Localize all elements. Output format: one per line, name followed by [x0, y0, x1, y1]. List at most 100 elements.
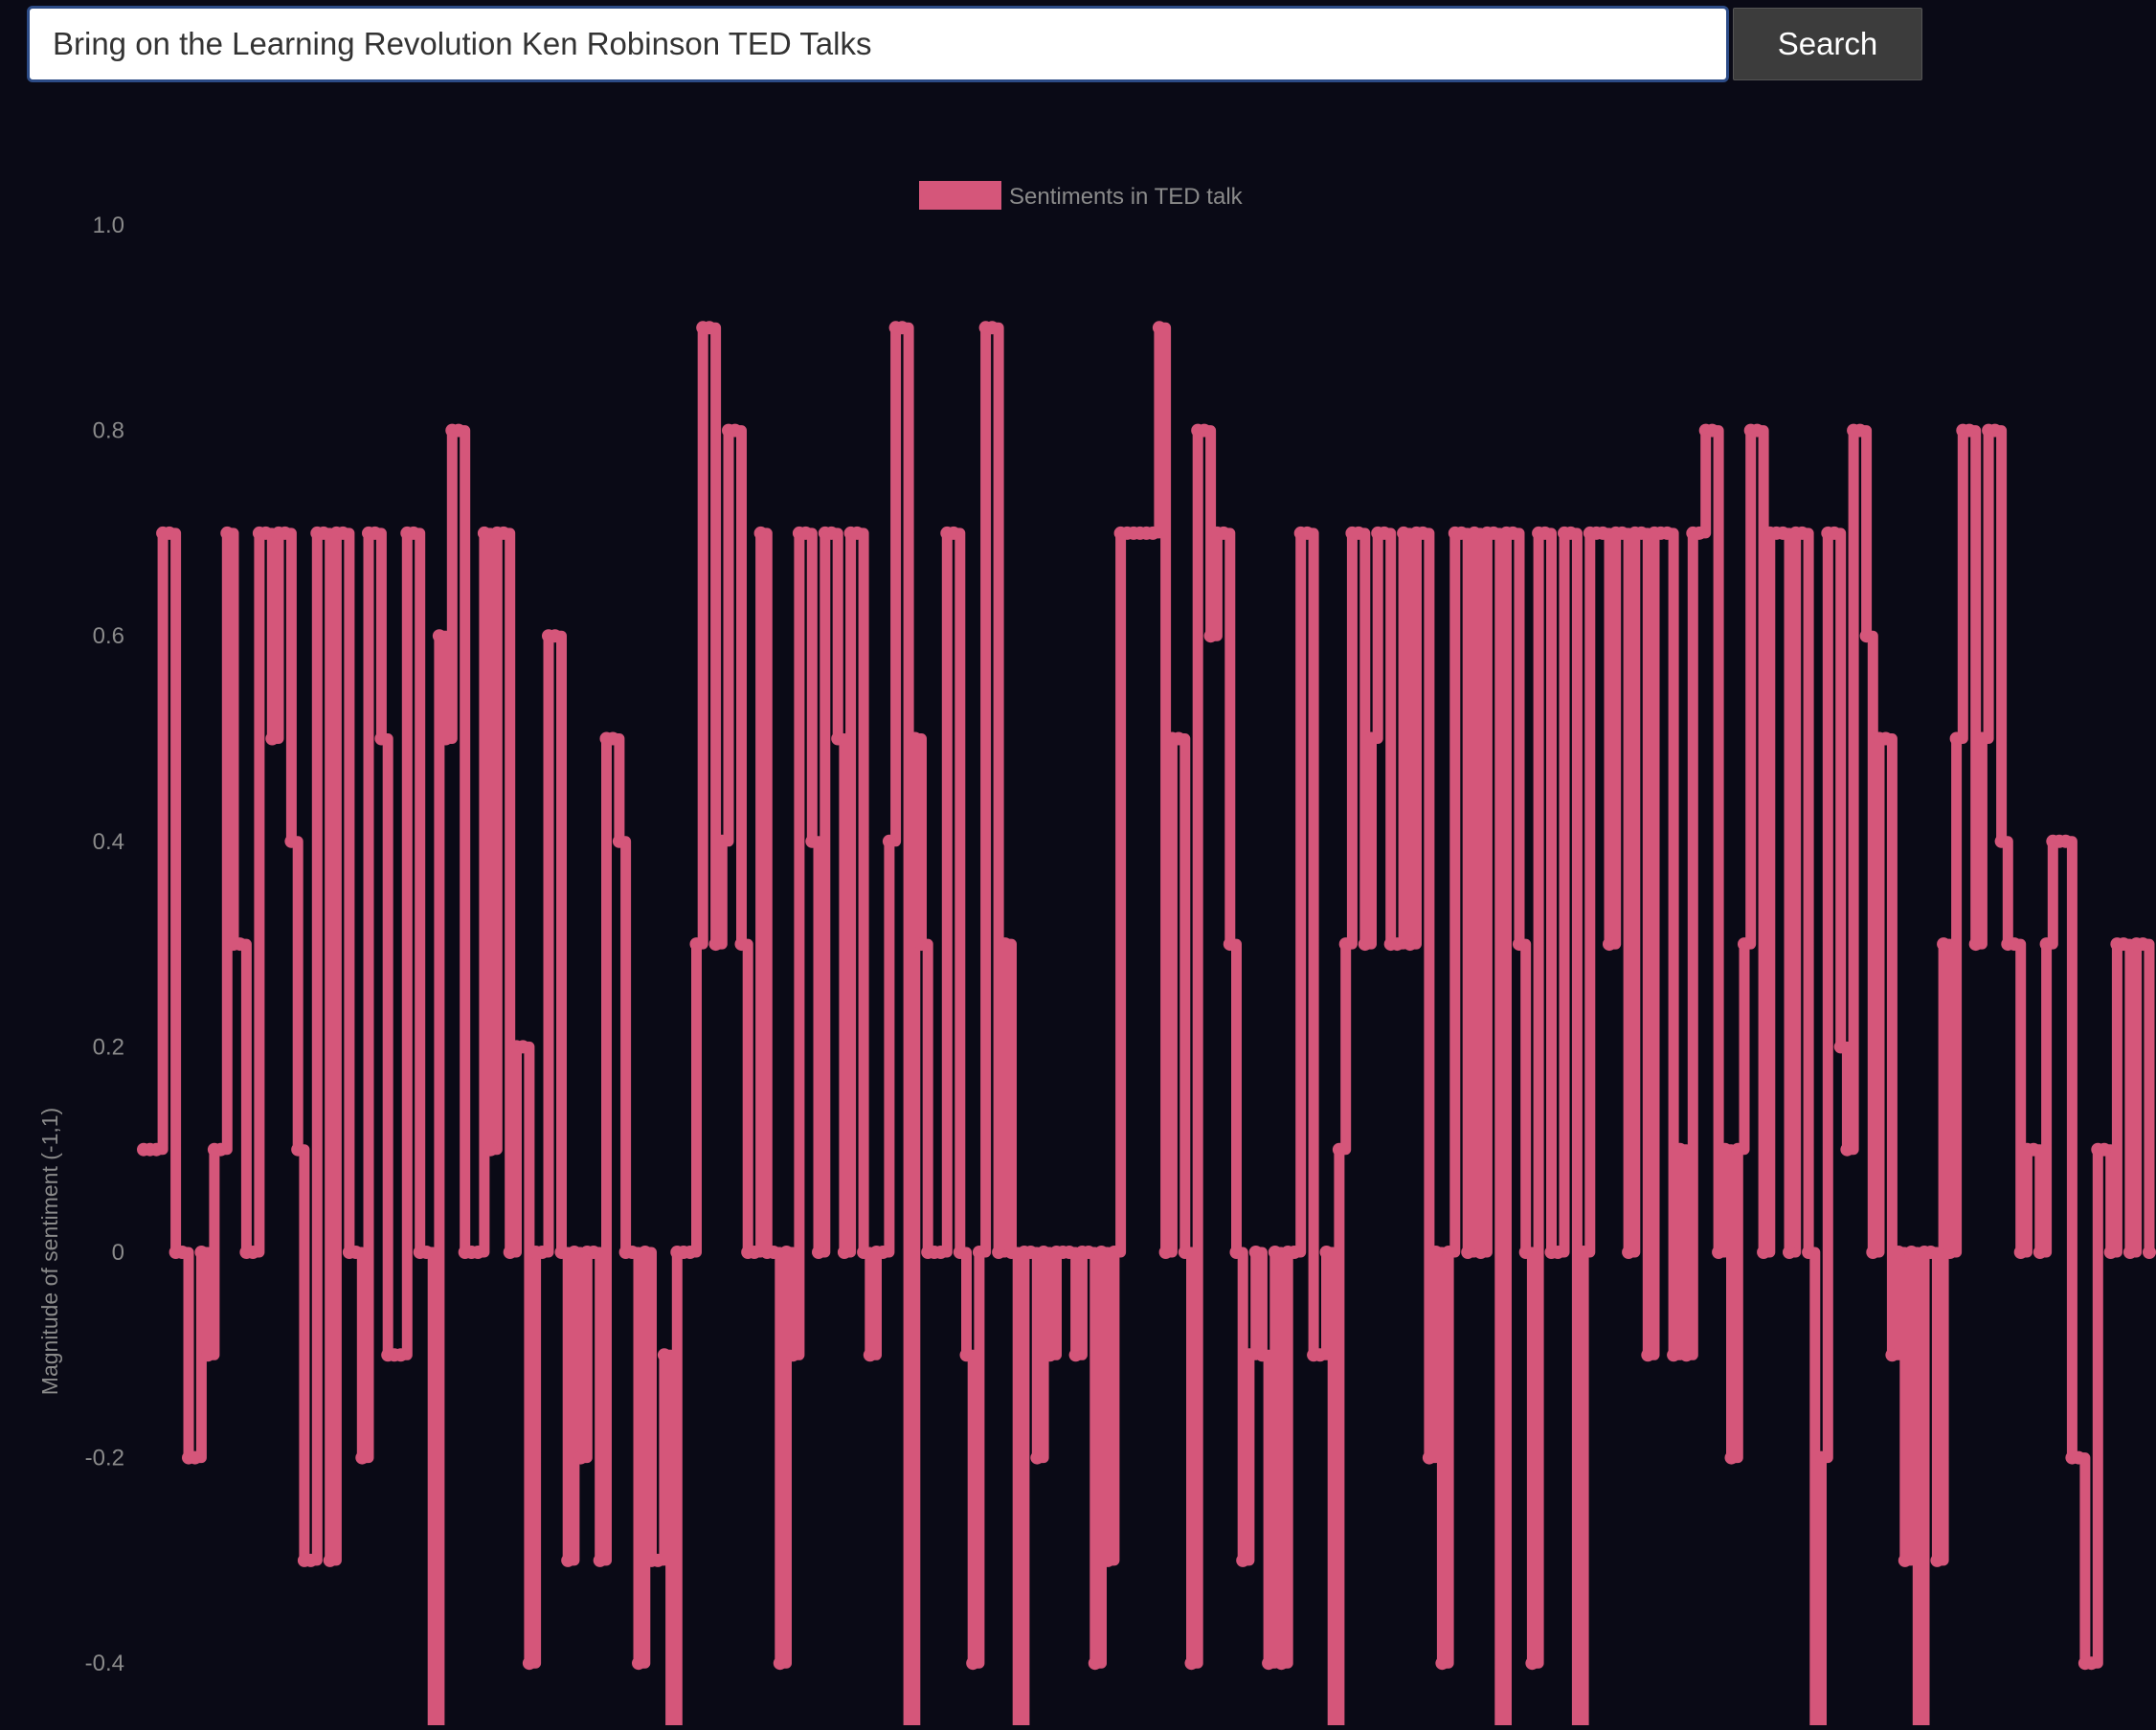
- data-point[interactable]: [188, 1450, 202, 1465]
- data-point[interactable]: [812, 1246, 825, 1259]
- data-point[interactable]: [1667, 1348, 1681, 1362]
- data-point[interactable]: [1428, 1246, 1443, 1259]
- data-point[interactable]: [432, 629, 446, 643]
- data-point[interactable]: [1937, 937, 1951, 952]
- data-point[interactable]: [1242, 1348, 1256, 1362]
- data-point[interactable]: [985, 321, 999, 335]
- data-point[interactable]: [2072, 1450, 2086, 1465]
- data-point[interactable]: [1731, 1142, 1745, 1157]
- data-point[interactable]: [1828, 526, 1841, 540]
- data-point[interactable]: [522, 1656, 536, 1671]
- data-point[interactable]: [972, 1246, 986, 1259]
- data-point[interactable]: [914, 937, 929, 952]
- data-point[interactable]: [303, 1553, 318, 1567]
- data-point[interactable]: [162, 526, 176, 540]
- data-point[interactable]: [2136, 937, 2150, 952]
- data-point[interactable]: [612, 834, 626, 848]
- data-point[interactable]: [2008, 937, 2021, 952]
- data-point[interactable]: [1223, 937, 1237, 952]
- data-point[interactable]: [1776, 526, 1790, 540]
- data-point[interactable]: [850, 526, 865, 540]
- data-point[interactable]: [503, 1246, 517, 1259]
- data-point[interactable]: [554, 1246, 569, 1259]
- data-point[interactable]: [233, 937, 247, 952]
- data-point[interactable]: [497, 526, 510, 540]
- data-point[interactable]: [966, 1656, 980, 1671]
- data-point[interactable]: [593, 1553, 607, 1567]
- data-point[interactable]: [1197, 423, 1211, 438]
- data-point[interactable]: [1487, 526, 1501, 540]
- data-point[interactable]: [1968, 937, 1983, 952]
- data-point[interactable]: [773, 1656, 787, 1671]
- data-point[interactable]: [606, 731, 620, 746]
- data-point[interactable]: [1898, 1553, 1912, 1567]
- data-point[interactable]: [1352, 526, 1366, 540]
- data-point[interactable]: [265, 731, 280, 746]
- data-point[interactable]: [535, 1246, 550, 1259]
- data-point[interactable]: [824, 526, 839, 540]
- data-point[interactable]: [1338, 937, 1353, 952]
- data-point[interactable]: [638, 1246, 652, 1259]
- data-point[interactable]: [1435, 1656, 1449, 1671]
- data-point[interactable]: [1397, 526, 1411, 540]
- data-point[interactable]: [1525, 1656, 1539, 1671]
- data-point[interactable]: [1030, 1450, 1044, 1465]
- data-point[interactable]: [1724, 1450, 1739, 1465]
- data-point[interactable]: [708, 937, 723, 952]
- data-point[interactable]: [317, 526, 330, 540]
- data-point[interactable]: [837, 1246, 851, 1259]
- data-point[interactable]: [1833, 1040, 1848, 1054]
- data-point[interactable]: [933, 1246, 948, 1259]
- data-point[interactable]: [1461, 1246, 1475, 1259]
- data-point[interactable]: [1236, 1553, 1250, 1567]
- data-point[interactable]: [651, 1553, 665, 1567]
- data-point[interactable]: [786, 1348, 800, 1362]
- data-point[interactable]: [471, 1246, 485, 1259]
- data-point[interactable]: [1248, 1246, 1263, 1259]
- data-point[interactable]: [947, 526, 961, 540]
- data-point[interactable]: [1088, 1656, 1102, 1671]
- data-point[interactable]: [876, 1246, 890, 1259]
- data-point[interactable]: [779, 1246, 794, 1259]
- data-point[interactable]: [194, 1246, 209, 1259]
- data-point[interactable]: [1468, 526, 1481, 540]
- data-point[interactable]: [734, 937, 749, 952]
- data-point[interactable]: [213, 1142, 228, 1157]
- data-point[interactable]: [1422, 1450, 1436, 1465]
- data-point[interactable]: [1551, 1246, 1565, 1259]
- data-point[interactable]: [1146, 526, 1160, 540]
- data-point[interactable]: [438, 731, 453, 746]
- data-point[interactable]: [1622, 1246, 1636, 1259]
- data-point[interactable]: [1885, 1348, 1899, 1362]
- data-point[interactable]: [715, 834, 730, 848]
- data-point[interactable]: [374, 731, 389, 746]
- data-point[interactable]: [1930, 1553, 1944, 1567]
- data-point[interactable]: [1679, 1348, 1694, 1362]
- data-point[interactable]: [1152, 321, 1166, 335]
- data-point[interactable]: [1994, 834, 2009, 848]
- data-point[interactable]: [1634, 526, 1649, 540]
- data-point[interactable]: [2117, 937, 2131, 952]
- data-point[interactable]: [1364, 731, 1379, 746]
- data-point[interactable]: [1853, 423, 1867, 438]
- data-point[interactable]: [336, 526, 350, 540]
- data-point[interactable]: [1403, 937, 1417, 952]
- data-point[interactable]: [657, 1348, 671, 1362]
- data-point[interactable]: [1037, 1246, 1051, 1259]
- data-point[interactable]: [1068, 1348, 1083, 1362]
- data-point[interactable]: [1904, 1246, 1919, 1259]
- data-point[interactable]: [1358, 937, 1372, 952]
- data-point[interactable]: [683, 1246, 697, 1259]
- data-point[interactable]: [1859, 629, 1874, 643]
- data-point[interactable]: [1332, 1142, 1346, 1157]
- data-point[interactable]: [1506, 526, 1520, 540]
- data-point[interactable]: [992, 1246, 1006, 1259]
- data-point[interactable]: [1319, 1246, 1334, 1259]
- data-point[interactable]: [2103, 1246, 2118, 1259]
- data-point[interactable]: [863, 1348, 877, 1362]
- data-point[interactable]: [1750, 423, 1764, 438]
- data-point[interactable]: [246, 1246, 260, 1259]
- data-point[interactable]: [625, 1246, 640, 1259]
- data-point[interactable]: [1004, 1246, 1019, 1259]
- data-point[interactable]: [1943, 1246, 1957, 1259]
